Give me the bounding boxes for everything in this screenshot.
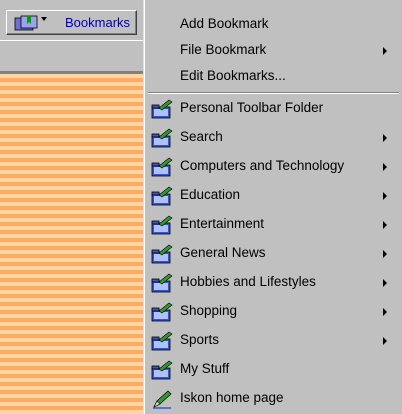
folder-icon	[151, 360, 173, 380]
menu-item-label: Entertainment	[180, 216, 265, 231]
submenu-arrow-icon	[383, 134, 387, 142]
submenu-arrow-icon	[383, 308, 387, 316]
menu-item-label: Personal Toolbar Folder	[180, 100, 324, 115]
menu-item-add-bookmark[interactable]: Add Bookmark	[144, 12, 401, 38]
menu-item-hobbies-and-lifestyles[interactable]: Hobbies and Lifestyles	[144, 270, 401, 296]
menu-item-label: My Stuff	[180, 361, 230, 376]
submenu-arrow-icon	[383, 47, 387, 55]
menu-item-personal-toolbar-folder[interactable]: Personal Toolbar Folder	[144, 96, 401, 122]
menu-item-label: Add Bookmark	[180, 16, 269, 31]
menu-item-label: Education	[180, 187, 241, 202]
menu-item-iskon-home-page[interactable]: Iskon home page	[144, 386, 401, 412]
submenu-arrow-icon	[383, 250, 387, 258]
submenu-arrow-icon	[383, 337, 387, 345]
menu-item-file-bookmark[interactable]: File Bookmark	[144, 38, 401, 64]
menu-item-label: General News	[180, 245, 266, 260]
bookmarks-label: Bookmarks	[65, 15, 131, 30]
menu-item-label: Computers and Technology	[180, 158, 345, 173]
menu-item-shopping[interactable]: Shopping	[144, 299, 401, 325]
menu-item-edit-bookmarks[interactable]: Edit Bookmarks...	[144, 64, 401, 90]
menu-item-label: Search	[180, 129, 223, 144]
submenu-arrow-icon	[383, 279, 387, 287]
bookmarks-button[interactable]: Bookmarks	[6, 10, 137, 35]
menu-item-my-stuff[interactable]: My Stuff	[144, 357, 401, 383]
folder-icon	[151, 302, 173, 322]
menu-item-sports[interactable]: Sports	[144, 328, 401, 354]
browser-left-pane: Bookmarks	[0, 0, 143, 414]
folder-icon	[151, 273, 173, 293]
menu-separator	[148, 92, 399, 94]
menu-item-label: Sports	[180, 332, 220, 347]
folder-icon	[151, 186, 173, 206]
submenu-arrow-icon	[383, 192, 387, 200]
bookmarks-icon	[14, 15, 47, 31]
menu-item-search[interactable]: Search	[144, 125, 401, 151]
bookmark-pen-icon	[153, 390, 172, 409]
submenu-arrow-icon	[383, 163, 387, 171]
location-bar-area	[0, 40, 143, 71]
menu-item-education[interactable]: Education	[144, 183, 401, 209]
menu-item-label: Iskon home page	[180, 390, 284, 405]
menu-item-label: Hobbies and Lifestyles	[180, 274, 316, 289]
menu-item-label: Shopping	[180, 303, 238, 318]
menu-item-label: File Bookmark	[180, 42, 267, 57]
folder-icon	[151, 157, 173, 177]
submenu-arrow-icon	[383, 221, 387, 229]
menu-item-computers-and-technology[interactable]: Computers and Technology	[144, 154, 401, 180]
menu-item-general-news[interactable]: General News	[144, 241, 401, 267]
folder-icon	[151, 99, 173, 119]
menu-item-label: Edit Bookmarks...	[180, 68, 286, 83]
menu-item-entertainment[interactable]: Entertainment	[144, 212, 401, 238]
folder-icon	[151, 128, 173, 148]
folder-icon	[151, 244, 173, 264]
folder-icon	[151, 331, 173, 351]
folder-icon	[151, 215, 173, 235]
bookmarks-menu: Add Bookmark File Bookmark Edit Bookmark…	[143, 0, 402, 414]
page-content-area	[0, 74, 143, 414]
